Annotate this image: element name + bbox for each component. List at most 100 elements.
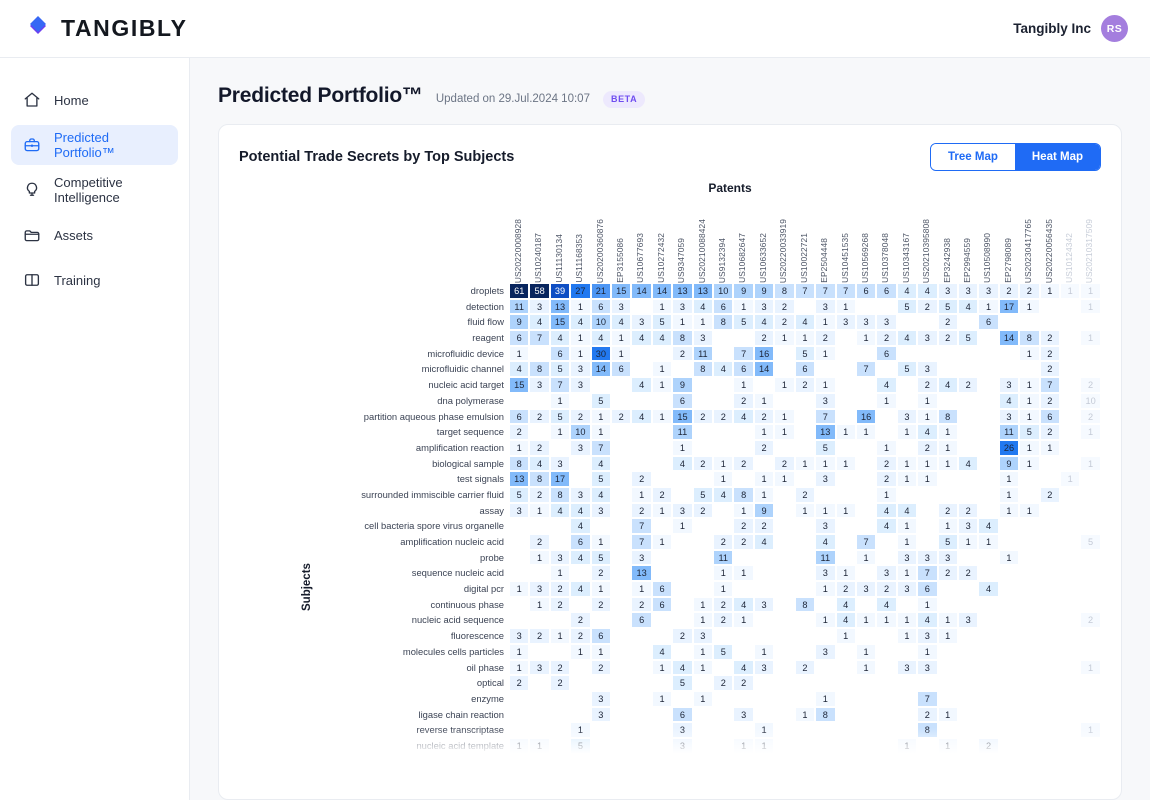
heatmap-cell[interactable]	[549, 737, 571, 754]
heatmap-cell[interactable]: 1	[815, 581, 836, 597]
heatmap-cell[interactable]	[611, 581, 632, 597]
heatmap-cell[interactable]	[1080, 565, 1101, 582]
heatmap-cell[interactable]	[611, 612, 632, 629]
heatmap-cell[interactable]	[876, 690, 897, 707]
heatmap-cell[interactable]: 1	[1019, 439, 1040, 456]
heatmap-cell[interactable]: 2	[1039, 361, 1060, 378]
heatmap-cell[interactable]: 2	[692, 455, 714, 472]
heatmap-cell[interactable]	[1039, 518, 1060, 534]
heatmap-cell[interactable]	[937, 690, 958, 707]
heatmap-cell[interactable]: 1	[896, 471, 918, 487]
heatmap-cell[interactable]	[1080, 471, 1101, 487]
heatmap-cell[interactable]: 1	[1080, 283, 1101, 299]
heatmap-cell[interactable]: 3	[937, 549, 958, 566]
heatmap-cell[interactable]: 27	[570, 283, 591, 299]
heatmap-cell[interactable]: 1	[917, 471, 938, 487]
heatmap-cell[interactable]	[1080, 549, 1101, 566]
heatmap-cell[interactable]	[672, 581, 693, 597]
heatmap-cell[interactable]: 1	[794, 502, 816, 519]
heatmap-cell[interactable]: 3	[570, 486, 591, 503]
heatmap-cell[interactable]	[957, 596, 979, 613]
heatmap-cell[interactable]: 1	[692, 690, 714, 707]
heatmap-cell[interactable]: 2	[631, 596, 652, 613]
heatmap-cell[interactable]: 2	[753, 439, 775, 456]
heatmap-cell[interactable]	[1080, 628, 1101, 644]
heatmap-cell[interactable]: 39	[549, 283, 571, 299]
heatmap-cell[interactable]	[835, 471, 856, 487]
heatmap-cell[interactable]	[1019, 643, 1040, 660]
heatmap-cell[interactable]: 3	[917, 330, 938, 346]
heatmap-cell[interactable]: 4	[529, 314, 550, 331]
heatmap-cell[interactable]: 3	[917, 361, 938, 378]
heatmap-cell[interactable]: 3	[529, 659, 550, 676]
heatmap-cell[interactable]: 3	[815, 392, 836, 409]
heatmap-cell[interactable]	[1039, 675, 1060, 691]
heatmap-cell[interactable]	[631, 345, 652, 362]
heatmap-cell[interactable]	[1039, 298, 1060, 315]
heatmap-cell[interactable]	[794, 518, 816, 534]
heatmap-cell[interactable]: 3	[957, 283, 979, 299]
heatmap-cell[interactable]: 2	[876, 330, 897, 346]
heatmap-cell[interactable]: 2	[570, 612, 591, 629]
heatmap-cell[interactable]	[1059, 439, 1081, 456]
heatmap-cell[interactable]: 1	[917, 392, 938, 409]
heatmap-cell[interactable]	[957, 737, 979, 754]
heatmap-cell[interactable]: 2	[713, 612, 734, 629]
heatmap-cell[interactable]	[1059, 737, 1081, 754]
heatmap-cell[interactable]: 3	[529, 298, 550, 315]
heatmap-cell[interactable]	[794, 722, 816, 738]
heatmap-cell[interactable]	[855, 596, 877, 613]
heatmap-cell[interactable]	[794, 737, 816, 754]
heatmap-cell[interactable]	[978, 392, 999, 409]
heatmap-cell[interactable]: 11	[692, 345, 714, 362]
heatmap-cell[interactable]	[1019, 722, 1040, 738]
heatmap-cell[interactable]	[733, 628, 754, 644]
heatmap-cell[interactable]	[957, 581, 979, 597]
heatmap-cell[interactable]	[978, 628, 999, 644]
heatmap-cell[interactable]	[651, 424, 673, 440]
heatmap-cell[interactable]	[611, 377, 632, 393]
heatmap-cell[interactable]: 2	[957, 565, 979, 582]
heatmap-cell[interactable]: 7	[1039, 377, 1060, 393]
heatmap-cell[interactable]: 1	[815, 612, 836, 629]
heatmap-cell[interactable]: 2	[713, 408, 734, 425]
heatmap-cell[interactable]	[876, 737, 897, 754]
heatmap-cell[interactable]: 1	[631, 486, 652, 503]
heatmap-cell[interactable]: 4	[896, 502, 918, 519]
heatmap-cell[interactable]: 1	[611, 345, 632, 362]
heatmap-cell[interactable]: 5	[937, 298, 958, 315]
heatmap-cell[interactable]: 1	[917, 455, 938, 472]
heatmap-cell[interactable]	[753, 549, 775, 566]
heatmap-cell[interactable]	[1059, 486, 1081, 503]
heatmap-cell[interactable]	[713, 628, 734, 644]
heatmap-cell[interactable]: 1	[753, 737, 775, 754]
heatmap-cell[interactable]	[590, 722, 612, 738]
heatmap-cell[interactable]: 1	[733, 298, 754, 315]
heatmap-cell[interactable]: 7	[815, 408, 836, 425]
heatmap-cell[interactable]	[1059, 565, 1081, 582]
heatmap-cell[interactable]	[1059, 361, 1081, 378]
heatmap-cell[interactable]	[794, 408, 816, 425]
heatmap-cell[interactable]	[713, 377, 734, 393]
heatmap-cell[interactable]: 8	[509, 455, 530, 472]
heatmap-cell[interactable]	[1059, 408, 1081, 425]
heatmap-cell[interactable]	[1039, 471, 1060, 487]
heatmap-cell[interactable]	[672, 690, 693, 707]
heatmap-cell[interactable]: 1	[672, 314, 693, 331]
heatmap-cell[interactable]: 5	[937, 534, 958, 550]
heatmap-cell[interactable]	[957, 659, 979, 676]
heatmap-cell[interactable]: 4	[896, 283, 918, 299]
heatmap-cell[interactable]	[611, 455, 632, 472]
heatmap-cell[interactable]	[1080, 345, 1101, 362]
heatmap-cell[interactable]	[774, 737, 795, 754]
heatmap-cell[interactable]: 1	[815, 377, 836, 393]
heatmap-cell[interactable]	[1039, 581, 1060, 597]
heatmap-cell[interactable]	[529, 675, 550, 691]
heatmap-cell[interactable]: 1	[917, 596, 938, 613]
heatmap-cell[interactable]	[1039, 612, 1060, 629]
heatmap-cell[interactable]: 1	[1019, 377, 1040, 393]
heatmap-cell[interactable]: 1	[896, 518, 918, 534]
heatmap-cell[interactable]: 13	[815, 424, 836, 440]
heatmap-cell[interactable]	[774, 612, 795, 629]
heatmap-cell[interactable]	[815, 596, 836, 613]
